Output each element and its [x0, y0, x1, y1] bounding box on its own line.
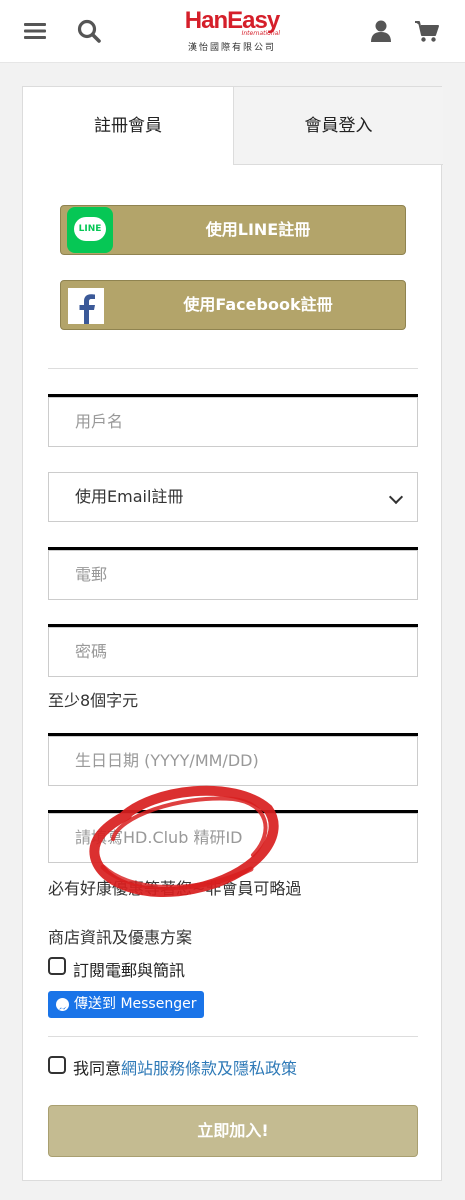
password-field[interactable]: 密碼 [48, 624, 418, 677]
facebook-register-label: 使用Facebook註冊 [183, 295, 333, 314]
tab-login[interactable]: 會員登入 [233, 87, 443, 165]
username-field[interactable]: 用戶名 [48, 394, 418, 447]
cart-icon[interactable] [414, 18, 440, 44]
field-top-bar [48, 547, 418, 550]
top-header: HanEasy International 漢怡國際有限公司 [0, 0, 465, 63]
field-top-bar [48, 394, 418, 397]
line-icon: LINE [67, 207, 113, 253]
store-info-heading: 商店資訊及優惠方案 [48, 928, 193, 947]
facebook-register-button[interactable]: 使用Facebook註冊 [60, 280, 406, 330]
email-placeholder: 電郵 [75, 565, 108, 584]
search-icon[interactable] [76, 18, 102, 44]
username-placeholder: 用戶名 [75, 412, 124, 431]
subscribe-checkbox[interactable] [48, 957, 66, 975]
register-method-select[interactable]: 使用Email註冊 [48, 472, 418, 522]
tab-register[interactable]: 註冊會員 [23, 87, 233, 165]
brand-logo[interactable]: HanEasy International 漢怡國際有限公司 [182, 8, 282, 54]
field-top-bar [48, 733, 418, 736]
agree-prefix: 我同意 [73, 1059, 122, 1078]
logo-company-name: 漢怡國際有限公司 [187, 43, 276, 53]
email-field[interactable]: 電郵 [48, 547, 418, 600]
messenger-label: 傳送到 Messenger [74, 996, 197, 1012]
line-icon-text: LINE [74, 217, 106, 241]
field-top-bar [48, 624, 418, 627]
user-icon[interactable] [368, 18, 394, 44]
logo-international: International [241, 30, 280, 37]
join-now-button[interactable]: 立即加入! [48, 1105, 418, 1157]
subscribe-label[interactable]: 訂閱電郵與簡訊 [73, 957, 185, 981]
divider [48, 1036, 418, 1037]
agree-checkbox[interactable] [48, 1056, 66, 1074]
agree-label: 我同意網站服務條款及隱私政策 [73, 1055, 297, 1079]
chevron-down-icon [388, 489, 404, 505]
terms-privacy-link[interactable]: 網站服務條款及隱私政策 [121, 1059, 297, 1078]
facebook-icon [68, 288, 104, 324]
register-method-value: 使用Email註冊 [75, 487, 184, 506]
password-placeholder: 密碼 [75, 642, 108, 661]
line-register-button[interactable]: LINE 使用LINE註冊 [60, 205, 406, 255]
register-card: 註冊會員 會員登入 LINE 使用LINE註冊 使用Facebook註冊 用戶名… [22, 86, 443, 1181]
line-register-label: 使用LINE註冊 [205, 220, 311, 239]
divider [48, 368, 418, 369]
password-hint: 至少8個字元 [48, 691, 139, 710]
messenger-icon [56, 998, 69, 1011]
send-to-messenger-button[interactable]: 傳送到 Messenger [48, 991, 204, 1018]
menu-icon[interactable] [22, 18, 48, 44]
red-circle-annotation [89, 785, 279, 897]
